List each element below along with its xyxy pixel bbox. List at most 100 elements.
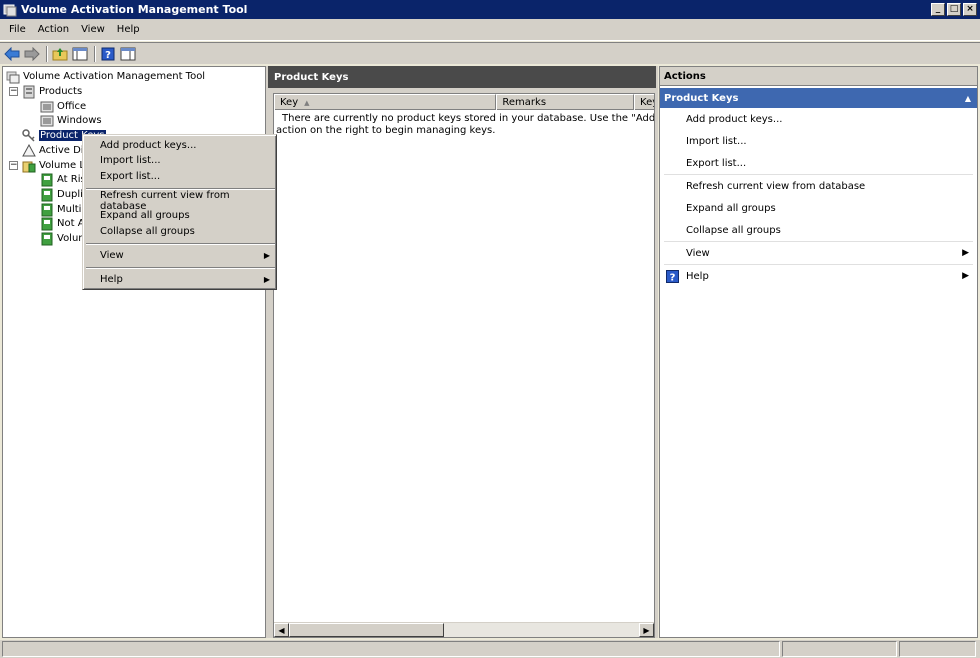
- column-key-2-label: Key: [640, 97, 654, 108]
- action-pane-icon: [120, 47, 136, 61]
- collapse-up-icon: ▲: [965, 94, 971, 103]
- submenu-arrow-icon: ▶: [962, 248, 969, 258]
- action-export-list[interactable]: Export list...: [660, 152, 977, 174]
- action-view-label: View: [686, 248, 710, 259]
- action-refresh[interactable]: Refresh current view from database: [660, 175, 977, 197]
- ctx-help-label: Help: [100, 274, 123, 285]
- context-menu: Add product keys... Import list... Expor…: [82, 134, 277, 290]
- tree-label-windows: Windows: [57, 115, 102, 126]
- sort-ascending-icon: ▲: [304, 99, 309, 107]
- forward-button[interactable]: [23, 45, 41, 63]
- collapse-products-expander[interactable]: −: [9, 87, 18, 96]
- tree-item-active-directory[interactable]: Active Dir: [22, 143, 88, 158]
- action-help-label: Help: [686, 271, 709, 282]
- ctx-expand-all[interactable]: Expand all groups: [86, 208, 275, 223]
- action-refresh-label: Refresh current view from database: [686, 181, 865, 192]
- tree-item-root[interactable]: Volume Activation Management Tool: [6, 69, 205, 84]
- green-doc-icon: [40, 188, 54, 202]
- column-remarks[interactable]: Remarks: [496, 94, 634, 110]
- tree-label-office: Office: [57, 101, 86, 112]
- menu-action[interactable]: Action: [32, 24, 75, 35]
- tree-item-products[interactable]: Products: [22, 84, 82, 99]
- vamt-icon: [6, 70, 20, 84]
- svg-text:?: ?: [670, 272, 676, 283]
- submenu-arrow-icon: ▶: [264, 275, 270, 284]
- tree-item-multiple[interactable]: Multip: [40, 202, 88, 217]
- ctx-view[interactable]: View ▶: [86, 248, 275, 263]
- ctx-import-list[interactable]: Import list...: [86, 153, 275, 168]
- show-hide-action-pane-button[interactable]: [119, 45, 137, 63]
- action-collapse-label: Collapse all groups: [686, 225, 781, 236]
- toolbar-separator: [46, 46, 48, 62]
- action-collapse-all[interactable]: Collapse all groups: [660, 219, 977, 241]
- forward-arrow-icon: [24, 47, 40, 61]
- ctx-separator: [86, 267, 275, 269]
- product-keys-list[interactable]: Key ▲ Remarks Key There are currently no…: [273, 93, 655, 638]
- key-icon: [22, 129, 36, 143]
- tree-item-windows[interactable]: Windows: [40, 113, 102, 128]
- console-tree-icon: [72, 47, 88, 61]
- column-key-2[interactable]: Key: [634, 94, 654, 110]
- green-doc-icon: [40, 217, 54, 231]
- ctx-import-label: Import list...: [100, 155, 161, 166]
- maximize-button[interactable]: □: [947, 3, 961, 16]
- close-button[interactable]: ×: [963, 3, 977, 16]
- tree-item-at-risk[interactable]: At Ris: [40, 172, 86, 187]
- status-panel-2: [782, 641, 897, 657]
- menu-help[interactable]: Help: [111, 24, 146, 35]
- green-doc-icon: [40, 173, 54, 187]
- status-panel-3: [899, 641, 976, 657]
- up-level-button[interactable]: [51, 45, 69, 63]
- windows-icon: [40, 114, 54, 128]
- column-key-label: Key: [280, 97, 298, 108]
- ctx-refresh[interactable]: Refresh current view from database: [86, 193, 275, 208]
- action-import-label: Import list...: [686, 136, 747, 147]
- tree-item-volume[interactable]: Volum: [40, 231, 88, 246]
- empty-message-line-2: action on the right to begin managing ke…: [276, 125, 652, 137]
- show-hide-tree-button[interactable]: [71, 45, 89, 63]
- actions-pane: Actions Product Keys ▲ Add product keys.…: [659, 66, 978, 638]
- status-bar: [0, 640, 980, 658]
- action-expand-all[interactable]: Expand all groups: [660, 197, 977, 219]
- back-button[interactable]: [3, 45, 21, 63]
- svg-text:?: ?: [105, 50, 111, 61]
- ctx-add-product-keys[interactable]: Add product keys...: [86, 138, 275, 153]
- scroll-left-button[interactable]: ◀: [274, 623, 289, 637]
- tree-label-not-activated: Not A: [57, 218, 85, 229]
- ctx-add-label: Add product keys...: [100, 140, 196, 151]
- ctx-expand-label: Expand all groups: [100, 210, 190, 221]
- menu-view[interactable]: View: [75, 24, 111, 35]
- toolbar-separator: [94, 46, 96, 62]
- action-help[interactable]: ? Help ▶: [660, 265, 977, 287]
- ctx-export-list[interactable]: Export list...: [86, 169, 275, 184]
- results-pane: Product Keys Key ▲ Remarks Key There are…: [268, 66, 656, 638]
- actions-group-label: Product Keys: [664, 93, 738, 104]
- status-panel-main: [2, 641, 780, 657]
- help-button[interactable]: ?: [99, 45, 117, 63]
- scroll-thumb[interactable]: [289, 623, 444, 637]
- help-icon: ?: [666, 270, 679, 283]
- collapse-volume-license-expander[interactable]: −: [9, 161, 18, 170]
- submenu-arrow-icon: ▶: [962, 271, 969, 281]
- actions-group-header[interactable]: Product Keys ▲: [660, 88, 977, 108]
- help-icon: ?: [101, 47, 115, 61]
- action-import-list[interactable]: Import list...: [660, 130, 977, 152]
- column-key[interactable]: Key ▲: [274, 94, 496, 110]
- ctx-separator: [86, 243, 275, 245]
- right-splitter[interactable]: [656, 66, 658, 638]
- tree-item-not-activated[interactable]: Not A: [40, 216, 85, 231]
- window-title: Volume Activation Management Tool: [21, 3, 931, 16]
- app-icon: [3, 3, 17, 17]
- menu-file[interactable]: File: [3, 24, 32, 35]
- active-directory-icon: [22, 144, 36, 158]
- tree-item-office[interactable]: Office: [40, 99, 86, 114]
- scroll-right-button[interactable]: ▶: [639, 623, 654, 637]
- ctx-collapse-all[interactable]: Collapse all groups: [86, 224, 275, 239]
- action-add-product-keys[interactable]: Add product keys...: [660, 108, 977, 130]
- action-export-label: Export list...: [686, 158, 746, 169]
- action-view[interactable]: View ▶: [660, 242, 977, 264]
- ctx-help[interactable]: Help ▶: [86, 272, 275, 287]
- minimize-button[interactable]: _: [931, 3, 945, 16]
- horizontal-scrollbar[interactable]: ◀ ▶: [274, 622, 654, 637]
- products-icon: [22, 85, 36, 99]
